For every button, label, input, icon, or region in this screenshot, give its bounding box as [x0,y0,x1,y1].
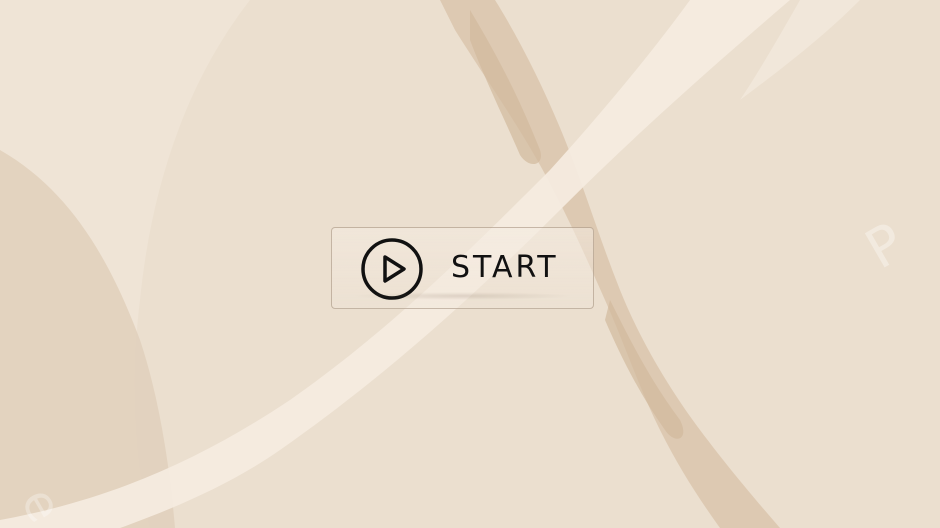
title-screen: P e START [0,0,940,528]
start-label: START [451,250,559,285]
start-button[interactable]: START [331,227,594,309]
play-circle-icon [361,238,423,300]
